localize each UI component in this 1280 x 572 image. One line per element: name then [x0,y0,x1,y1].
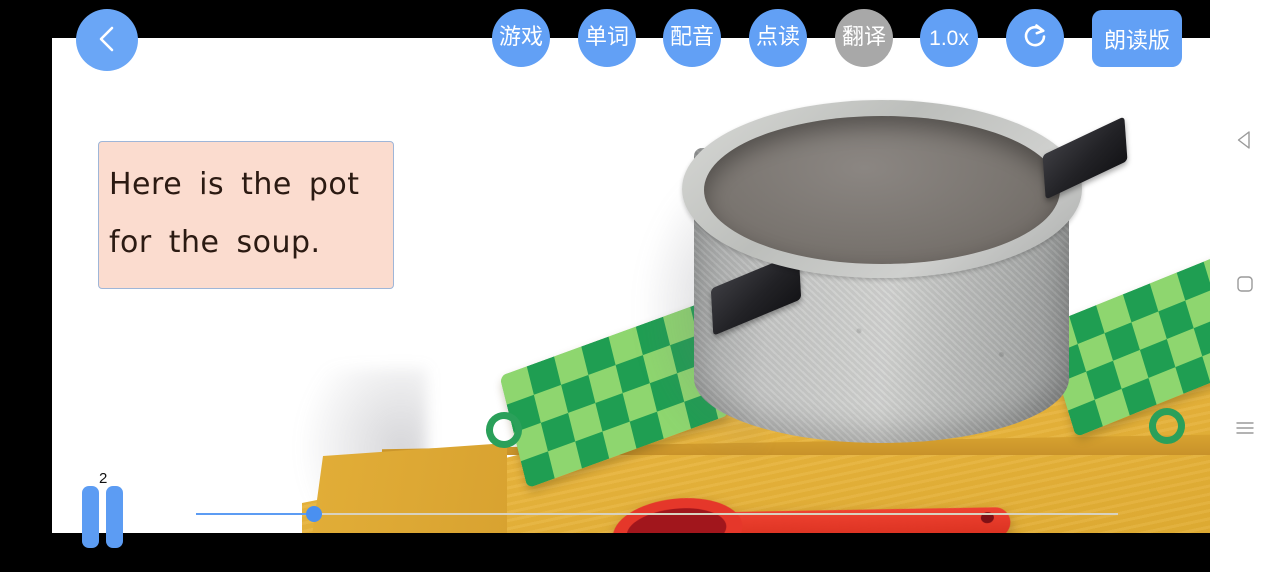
word-is[interactable]: is [199,167,224,202]
system-navigation-bar [1210,0,1280,572]
sentence-line-1: Here is the pot [109,156,383,214]
sentence-bubble[interactable]: Here is the pot for the soup. [98,141,394,289]
nav-back-button[interactable] [1225,122,1265,162]
spoon-handle [720,507,1011,533]
word-pot[interactable]: pot [309,167,360,202]
word-for[interactable]: for [109,225,152,260]
app-screen: Hereisthepot forthesoup. 3 2/9 2 [0,0,1280,572]
triangle-back-icon [1234,129,1256,156]
pause-button[interactable]: 2 [82,470,128,548]
word-soup[interactable]: soup. [236,225,320,260]
playback-speed-button[interactable]: 1.0x [920,9,978,67]
refresh-icon [1019,20,1051,57]
word-the-2[interactable]: the [169,225,220,260]
word-button[interactable]: 单词 [578,9,636,67]
table-side [307,443,507,533]
repeat-count-label: 2 [99,470,108,487]
menu-recents-icon [1233,417,1257,444]
sentence-line-2: for the soup. [109,214,383,272]
playback-progress-thumb[interactable] [306,506,322,522]
pause-bar-left [82,486,99,548]
word-the-1[interactable]: the [241,167,292,202]
cooking-pot [672,88,1128,476]
pot-opening [704,116,1060,264]
nav-home-button[interactable] [1225,266,1265,306]
square-home-icon [1234,273,1256,300]
playback-progress-track[interactable] [196,506,1118,522]
dubbing-button[interactable]: 配音 [663,9,721,67]
back-button[interactable] [76,9,138,71]
word-here[interactable]: Here [109,167,182,202]
read-version-button[interactable]: 朗读版 [1092,10,1182,67]
refresh-button[interactable] [1006,9,1064,67]
playback-progress-fill [196,513,314,515]
lesson-page: Hereisthepot forthesoup. 3 2/9 [52,38,1210,533]
game-button[interactable]: 游戏 [492,9,550,67]
translate-button[interactable]: 翻译 [835,9,893,67]
page-indicator: 3 2/9 [1192,510,1210,533]
pot-handle-right [1042,116,1128,200]
chevron-left-icon [94,24,120,57]
pause-bar-right [106,486,123,548]
nav-recents-button[interactable] [1225,410,1265,450]
point-read-button[interactable]: 点读 [749,9,807,67]
